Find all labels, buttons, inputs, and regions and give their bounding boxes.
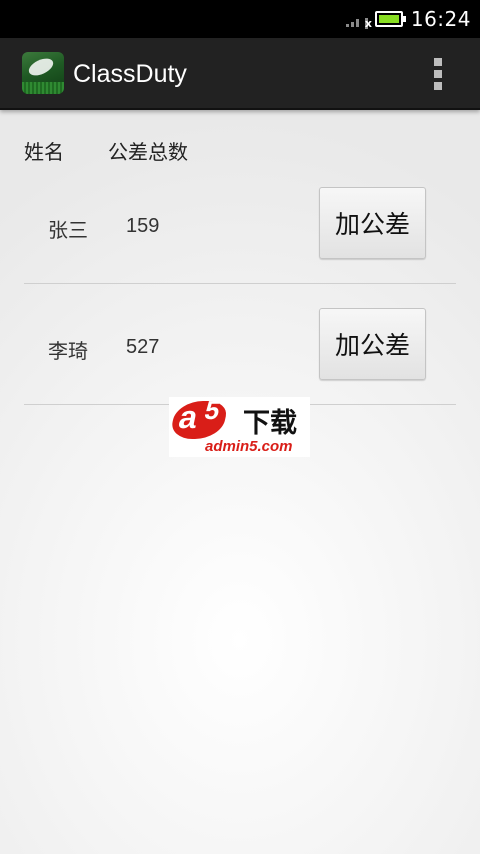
watermark-brand: 下载 <box>243 408 297 439</box>
app-icon[interactable] <box>22 52 64 94</box>
watermark-logo: a 5 下载 admin5.com <box>168 395 310 457</box>
add-duty-button[interactable]: 加公差 <box>319 308 426 380</box>
battery-level <box>378 15 399 23</box>
add-duty-button[interactable]: 加公差 <box>319 187 426 259</box>
table-header: 姓名 公差总数 <box>0 136 480 166</box>
watermark-url: admin5.com <box>205 438 293 455</box>
table-row: 李琦 527 加公差 <box>0 284 480 405</box>
action-bar: ClassDuty <box>0 38 480 110</box>
overflow-menu-icon[interactable] <box>432 58 444 90</box>
row-count: 527 <box>126 336 160 358</box>
status-time: 16:24 <box>410 7 471 31</box>
signal-weak-icon: x <box>345 9 372 29</box>
header-name: 姓名 <box>24 140 64 164</box>
app-title: ClassDuty <box>73 60 187 88</box>
row-name: 李琦 <box>48 339 88 363</box>
status-bar: x 16:24 <box>0 0 480 38</box>
table-row: 张三 159 加公差 <box>0 163 480 284</box>
a5-logo-icon: a 5 <box>168 395 230 439</box>
row-name: 张三 <box>48 218 88 242</box>
battery-full-icon <box>374 11 406 27</box>
row-count: 159 <box>126 215 160 237</box>
header-duty-total: 公差总数 <box>108 140 188 164</box>
